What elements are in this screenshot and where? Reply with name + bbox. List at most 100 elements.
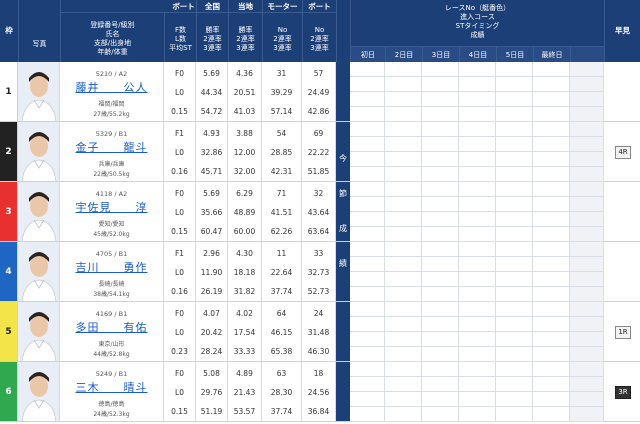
result-cell [570,347,604,362]
result-cell [422,122,459,137]
racer-name-link[interactable]: 金子 龍斗 [60,139,163,155]
result-cell [496,257,533,272]
racer-info: 5329 / B1 金子 龍斗 兵庫/兵庫 22歳/50.5kg [60,122,164,181]
result-cell [533,362,570,377]
result-cell [459,182,496,197]
racer-info: 4169 / B1 多田 有佑 東京/山形 44歳/52.8kg [60,302,164,361]
boat-sub-header: No 2連率 3連率 [302,12,336,62]
result-cell [570,227,604,242]
day-header: 4日目 [459,46,496,62]
result-cell [533,302,570,317]
result-cell [533,137,570,152]
result-cell [459,407,496,422]
result-cell [350,392,385,407]
result-cell [533,407,570,422]
result-cell [385,212,422,227]
local-stats: 6.29 48.89 60.00 [228,182,262,241]
racer-photo[interactable] [18,242,60,301]
national-header: 全国 [196,0,228,12]
result-cell [570,197,604,212]
local-stats: 4.36 20.51 41.03 [228,62,262,121]
early-race-badge[interactable]: 1R [615,326,631,339]
lane-header: 枠 [0,0,18,62]
lane-number: 6 [0,362,18,421]
racer-photo-svg [18,122,59,181]
result-cell [385,302,422,317]
result-cell [422,317,459,332]
result-cell [496,227,533,242]
recent-results-grid [350,362,604,422]
result-cell [385,347,422,362]
age-weight: 45歳/52.0kg [93,231,130,238]
result-cell [422,287,459,302]
result-cell [496,302,533,317]
result-cell [570,377,604,392]
racer-photo[interactable] [18,62,60,121]
result-cell [459,377,496,392]
racer-photo[interactable] [18,362,60,421]
result-cell [459,107,496,122]
racer-photo-svg [18,302,59,361]
result-cell [570,92,604,107]
result-cell [350,332,385,347]
result-cell [533,152,570,167]
motor-stats: 71 41.51 62.26 [262,182,302,241]
result-cell [570,107,604,122]
result-cell [422,197,459,212]
result-cell [459,272,496,287]
racer-name-link[interactable]: 藤井 公人 [60,79,163,95]
racer-info: 5210 / A2 藤井 公人 福岡/福岡 27歳/55.2kg [60,62,164,121]
early-race-badge[interactable]: 3R [615,386,631,399]
result-cell [459,227,496,242]
result-cell [422,332,459,347]
fl-stats: F1 L0 0.16 [164,122,196,181]
result-cell [350,377,385,392]
recent-results-grid [350,242,604,302]
result-cell [350,107,385,122]
national-stats: 4.07 20.42 28.24 [196,302,228,361]
result-cell [385,122,422,137]
result-cell [533,122,570,137]
branch: 福岡/福岡 [98,101,125,108]
racer-name-link[interactable]: 宇佐見 淳 [60,199,163,215]
recent-header: レースNo（艇番色） 進入コース STタイミング 成績 [350,0,604,46]
result-cell [570,272,604,287]
racer-photo[interactable] [18,302,60,361]
racer-name-link[interactable]: 多田 有佑 [60,319,163,335]
result-cell [496,287,533,302]
result-cell [350,407,385,422]
racer-photo[interactable] [18,122,60,181]
result-cell [385,77,422,92]
racer-row: 1 5210 / A2 藤井 公人 福岡/福岡 27歳/55.2kg F0 L0… [0,62,640,122]
racer-photo[interactable] [18,182,60,241]
result-cell [533,287,570,302]
racer-row: 4 4705 / B1 吉川 勇作 長崎/長崎 38歳/54.1kg F1 L0… [0,242,640,302]
result-cell [496,182,533,197]
age-weight: 44歳/52.8kg [93,351,130,358]
motor-stats: 64 46.15 65.38 [262,302,302,361]
result-cell [459,152,496,167]
result-cell [570,62,604,77]
result-cell [422,392,459,407]
racer-row: 3 4118 / A2 宇佐見 淳 愛知/愛知 45歳/52.0kg F0 L0… [0,182,640,242]
result-cell [350,92,385,107]
result-cell [422,347,459,362]
racer-row: 6 5249 / B1 三木 晴斗 徳島/徳島 24歳/52.3kg F0 L0… [0,362,640,422]
result-cell [533,227,570,242]
national-stats: 2.96 11.90 26.19 [196,242,228,301]
local-header: 当地 [228,0,262,12]
racer-name-link[interactable]: 三木 晴斗 [60,379,163,395]
result-cell [496,107,533,122]
early-race-badge[interactable]: 4R [615,146,631,159]
recent-results-grid [350,122,604,182]
result-cell [459,137,496,152]
racer-info: 4118 / A2 宇佐見 淳 愛知/愛知 45歳/52.0kg [60,182,164,241]
result-cell [570,407,604,422]
result-cell [350,182,385,197]
racer-name-link[interactable]: 吉川 勇作 [60,259,163,275]
result-cell [570,362,604,377]
result-cell [350,152,385,167]
result-cell [533,212,570,227]
result-cell [350,362,385,377]
vertical-label: 今節成績 [339,154,347,268]
